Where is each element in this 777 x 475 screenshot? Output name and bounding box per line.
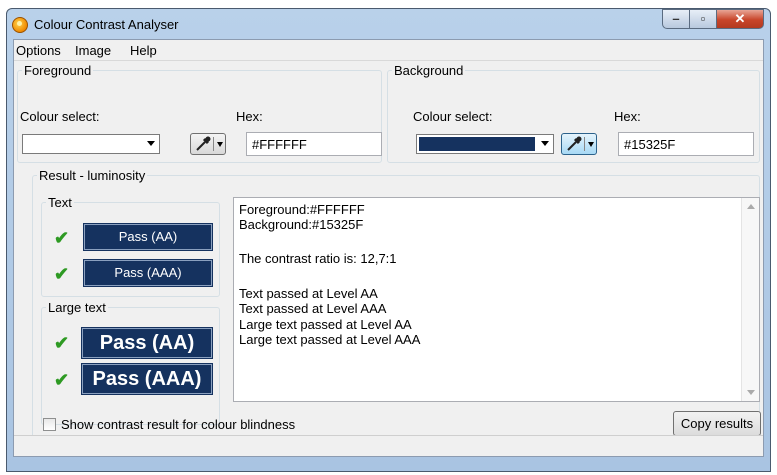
minimize-button[interactable]: – bbox=[662, 9, 689, 29]
checkmark-icon: ✔ bbox=[54, 333, 70, 353]
result-legend: Result - luminosity bbox=[39, 168, 146, 183]
large-pass-aa-badge: Pass (AA) bbox=[81, 327, 213, 359]
close-button[interactable]: ✕ bbox=[716, 9, 764, 29]
chevron-down-icon bbox=[541, 141, 549, 146]
checkmark-icon: ✔ bbox=[54, 228, 70, 248]
app-icon bbox=[12, 17, 28, 33]
foreground-legend: Foreground bbox=[24, 63, 92, 78]
chevron-down-icon bbox=[147, 141, 155, 146]
result-line: Large text passed at Level AAA bbox=[239, 332, 421, 347]
result-line: Text passed at Level AAA bbox=[239, 301, 387, 316]
chevron-down-icon bbox=[217, 142, 223, 147]
scroll-up-icon[interactable] bbox=[747, 204, 755, 209]
large-text-group: Large text bbox=[41, 300, 220, 425]
bg-colour-select-label: Colour select: bbox=[413, 109, 493, 124]
result-line: The contrast ratio is: 12,7:1 bbox=[239, 251, 397, 266]
fg-swatch bbox=[25, 137, 141, 151]
scroll-down-icon[interactable] bbox=[747, 390, 755, 395]
result-line: Large text passed at Level AA bbox=[239, 317, 412, 332]
large-pass-aaa-badge: Pass (AAA) bbox=[81, 363, 213, 395]
bg-hex-input[interactable]: #15325F bbox=[618, 132, 754, 156]
caption-buttons: – ▫ ✕ bbox=[662, 9, 764, 31]
bg-hex-label: Hex: bbox=[614, 109, 641, 124]
client-area: Options Image Help Foreground Colour sel… bbox=[13, 39, 764, 457]
result-line: Text passed at Level AA bbox=[239, 286, 378, 301]
colorblind-checkbox-label[interactable]: Show contrast result for colour blindnes… bbox=[61, 417, 295, 432]
text-legend: Text bbox=[48, 195, 72, 210]
eyedropper-icon bbox=[567, 136, 582, 151]
fg-eyedropper-button[interactable] bbox=[190, 133, 226, 155]
large-text-legend: Large text bbox=[48, 300, 106, 315]
fg-hex-input[interactable]: #FFFFFF bbox=[246, 132, 382, 156]
menu-bar: Options Image Help bbox=[14, 40, 763, 61]
background-legend: Background bbox=[394, 63, 464, 78]
result-line: Foreground:#FFFFFF bbox=[239, 202, 365, 217]
result-line: Background:#15325F bbox=[239, 217, 364, 232]
copy-results-button[interactable]: Copy results bbox=[673, 411, 761, 436]
status-bar bbox=[14, 435, 763, 456]
checkmark-icon: ✔ bbox=[54, 264, 70, 284]
results-scrollbar[interactable] bbox=[741, 198, 759, 401]
colorblind-checkbox[interactable] bbox=[43, 418, 56, 431]
eyedropper-icon bbox=[196, 136, 211, 151]
title-bar[interactable]: Colour Contrast Analyser – ▫ ✕ bbox=[7, 9, 770, 39]
menu-options[interactable]: Options bbox=[16, 43, 61, 58]
checkmark-icon: ✔ bbox=[54, 370, 70, 390]
bg-colour-select[interactable] bbox=[416, 134, 554, 154]
menu-image[interactable]: Image bbox=[75, 43, 111, 58]
text-pass-aaa-badge: Pass (AAA) bbox=[83, 259, 213, 287]
fg-hex-label: Hex: bbox=[236, 109, 263, 124]
text-pass-aa-badge: Pass (AA) bbox=[83, 223, 213, 251]
fg-colour-select[interactable] bbox=[22, 134, 160, 154]
bg-eyedropper-button[interactable] bbox=[561, 133, 597, 155]
maximize-button[interactable]: ▫ bbox=[689, 9, 716, 29]
results-textarea[interactable]: Foreground:#FFFFFF Background:#15325F Th… bbox=[233, 197, 760, 402]
chevron-down-icon bbox=[588, 142, 594, 147]
app-window: Colour Contrast Analyser – ▫ ✕ Options I… bbox=[6, 8, 771, 472]
menu-help[interactable]: Help bbox=[130, 43, 157, 58]
window-title: Colour Contrast Analyser bbox=[34, 17, 179, 32]
fg-colour-select-label: Colour select: bbox=[20, 109, 100, 124]
bg-swatch bbox=[419, 137, 535, 151]
